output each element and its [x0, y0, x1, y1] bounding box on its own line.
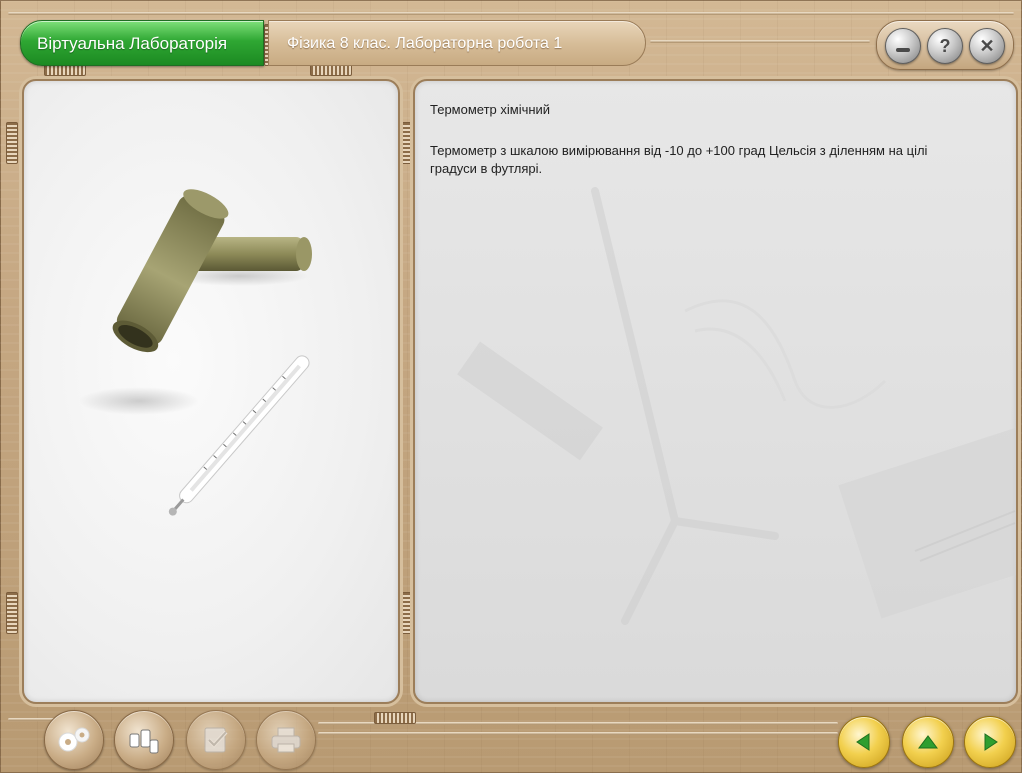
forward-button[interactable]	[964, 716, 1016, 768]
close-button[interactable]: ✕	[969, 28, 1005, 64]
arrow-right-icon	[984, 733, 998, 751]
weights-icon	[129, 729, 159, 754]
item-info-panel: Термометр хімічний Термометр з шкалою ви…	[413, 79, 1018, 704]
side-grip-middle	[400, 122, 412, 164]
question-icon: ?	[939, 35, 951, 56]
equipment-tool-button[interactable]	[114, 710, 174, 770]
arrow-up-icon	[918, 735, 938, 749]
bottom-rail	[318, 732, 838, 735]
grip-handle	[374, 712, 416, 724]
window-controls: ? ✕	[876, 20, 1014, 70]
settings-tool-button[interactable]	[44, 710, 104, 770]
thermometer-case-illustration	[79, 189, 312, 516]
minimize-button[interactable]	[885, 28, 921, 64]
side-grip-middle	[400, 592, 412, 634]
side-grip-left	[6, 122, 18, 164]
lesson-title: Фізика 8 клас. Лабораторна робота 1	[268, 20, 646, 66]
arrow-left-icon	[856, 733, 870, 751]
minimize-icon	[896, 48, 910, 52]
print-tool-button[interactable]	[256, 710, 316, 770]
top-rail	[8, 12, 1014, 15]
side-grip-left	[6, 592, 18, 634]
printer-icon	[271, 727, 301, 753]
back-button[interactable]	[838, 716, 890, 768]
up-button[interactable]	[902, 716, 954, 768]
title-bar: Віртуальна Лабораторія Фізика 8 клас. Ла…	[0, 0, 1022, 76]
item-name: Термометр хімічний	[430, 102, 551, 117]
close-icon: ✕	[979, 35, 995, 56]
item-preview-panel	[22, 79, 400, 704]
top-rail-right	[650, 40, 870, 43]
app-window: Віртуальна Лабораторія Фізика 8 клас. Ла…	[0, 0, 1022, 773]
checklist-tool-button[interactable]	[186, 710, 246, 770]
tab-virtual-laboratory[interactable]: Віртуальна Лабораторія	[20, 20, 264, 66]
gears-icon	[58, 727, 90, 752]
help-button[interactable]: ?	[927, 28, 963, 64]
checklist-icon	[204, 727, 228, 753]
item-description: Термометр з шкалою вимірювання від -10 д…	[430, 143, 928, 176]
